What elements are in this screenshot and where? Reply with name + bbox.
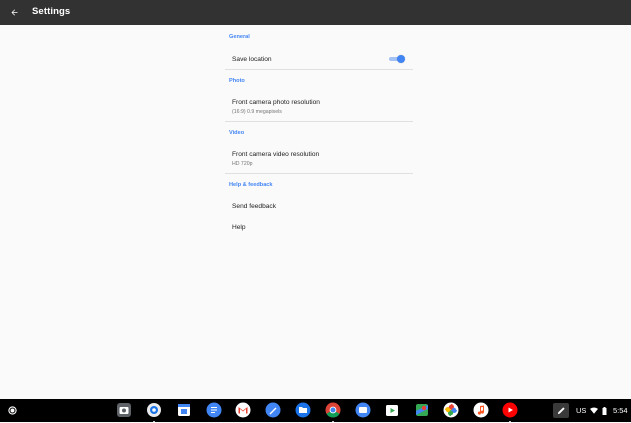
arrow-back-icon <box>11 9 18 16</box>
shelf-app-docs[interactable] <box>206 402 222 418</box>
messages-icon <box>355 402 371 418</box>
save-location-toggle[interactable] <box>389 55 405 63</box>
docs-icon <box>206 402 222 418</box>
music-icon <box>473 402 489 418</box>
shelf: US 5:54 <box>0 399 631 423</box>
front-camera-photo-resolution-item[interactable]: Front camera photo resolution (16:9) 0.9… <box>225 93 413 120</box>
shelf-app-camera[interactable] <box>116 402 132 418</box>
launcher-button[interactable] <box>7 405 18 416</box>
youtube-icon <box>502 402 518 418</box>
send-feedback-item[interactable]: Send feedback <box>225 197 413 217</box>
files-icon <box>295 402 311 418</box>
shelf-app-music[interactable] <box>473 402 489 418</box>
front-camera-photo-resolution-title: Front camera photo resolution <box>232 99 320 106</box>
shelf-app-pen[interactable] <box>265 402 281 418</box>
divider <box>225 121 413 122</box>
shelf-app-files[interactable] <box>295 402 311 418</box>
maps-icon <box>416 404 428 416</box>
photos-icon <box>443 402 459 418</box>
shelf-app-calendar[interactable] <box>176 402 192 418</box>
front-camera-video-resolution-title: Front camera video resolution <box>232 151 320 158</box>
section-header-help: Help & feedback <box>229 182 273 188</box>
pen-app-icon <box>265 402 281 418</box>
save-location-label: Save location <box>232 56 272 63</box>
shelf-app-play-store[interactable] <box>384 402 400 418</box>
shelf-app-chrome[interactable] <box>325 402 341 423</box>
calendar-icon <box>178 404 190 416</box>
chrome-camera-icon <box>147 403 161 417</box>
battery-icon <box>602 407 607 415</box>
shelf-app-maps[interactable] <box>414 402 430 418</box>
wifi-icon <box>590 407 598 414</box>
divider <box>225 69 413 70</box>
shelf-app-messages[interactable] <box>355 402 371 418</box>
front-camera-video-resolution-value: HD 720p <box>232 161 253 167</box>
help-item[interactable]: Help <box>225 219 413 239</box>
send-feedback-label: Send feedback <box>232 203 276 210</box>
front-camera-photo-resolution-value: (16:9) 0.9 megapixels <box>232 109 282 115</box>
front-camera-video-resolution-item[interactable]: Front camera video resolution HD 720p <box>225 145 413 172</box>
section-header-photo: Photo <box>229 78 245 84</box>
divider <box>225 173 413 174</box>
shelf-app-youtube[interactable] <box>502 402 518 423</box>
app-bar: Settings <box>0 0 631 25</box>
pen-icon <box>557 407 565 415</box>
section-header-video: Video <box>229 130 245 136</box>
toggle-thumb <box>397 55 405 63</box>
help-label: Help <box>232 224 246 231</box>
section-header-general: General <box>229 34 250 40</box>
camera-icon <box>117 403 131 417</box>
play-store-icon <box>386 405 398 416</box>
launcher-icon <box>8 406 17 415</box>
shelf-app-photos[interactable] <box>443 402 459 418</box>
save-location-item[interactable]: Save location <box>225 49 413 69</box>
shelf-app-chrome-camera[interactable] <box>146 402 162 423</box>
shelf-app-gmail[interactable] <box>235 402 251 418</box>
gmail-icon <box>235 402 251 418</box>
stylus-tools-button[interactable] <box>553 403 569 418</box>
clock: 5:54 <box>613 406 628 415</box>
page-title: Settings <box>32 6 71 17</box>
chrome-icon <box>325 402 341 418</box>
keyboard-layout: US <box>576 406 587 415</box>
back-button[interactable] <box>6 4 23 21</box>
